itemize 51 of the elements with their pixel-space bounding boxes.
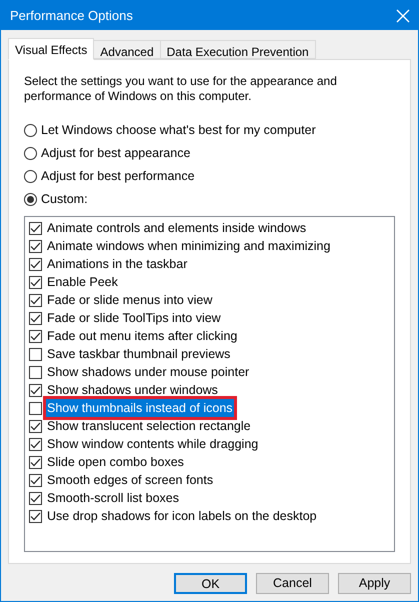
dialog-button[interactable]: OK [174,573,247,594]
effect-label[interactable]: Enable Peek [46,272,119,292]
effect-label[interactable]: Animate controls and elements inside windows [46,218,308,238]
tab[interactable]: Visual Effects [8,38,94,60]
tab[interactable]: Data Execution Prevention [160,40,316,59]
effect-label[interactable]: Smooth-scroll list boxes [46,488,180,508]
checkbox[interactable] [29,402,42,414]
radio-button[interactable] [24,192,37,206]
checkbox[interactable] [29,438,42,450]
checkbox[interactable] [29,276,42,288]
checkbox[interactable] [29,384,42,396]
effect-label[interactable]: Fade out menu items after clicking [46,326,238,346]
checkbox[interactable] [29,510,42,522]
radio-label[interactable]: Custom: [41,190,88,208]
window-title: Performance Options [10,6,133,25]
radio-button[interactable] [24,124,37,136]
radio-label[interactable]: Adjust for best performance [41,166,195,186]
checkbox[interactable] [29,474,42,486]
dialog-button[interactable]: Apply [338,573,411,594]
radio-button[interactable] [24,170,37,182]
close-icon[interactable] [396,8,410,22]
effect-label[interactable]: Animate windows when minimizing and maximizing [46,236,332,256]
effect-label[interactable]: Smooth edges of screen fonts [46,470,214,490]
effect-label[interactable]: Show shadows under mouse pointer [46,362,250,382]
checkbox[interactable] [29,240,42,252]
checkbox[interactable] [29,258,42,270]
checkbox[interactable] [29,492,42,504]
effect-label[interactable]: Animations in the taskbar [46,254,188,274]
checkbox[interactable] [29,330,42,342]
tab[interactable]: Advanced [94,40,161,59]
checkbox[interactable] [29,294,42,306]
checkbox[interactable] [29,420,42,432]
checkbox[interactable] [29,456,42,468]
checkbox[interactable] [29,366,42,378]
effect-label[interactable]: Show translucent selection rectangle [46,416,252,436]
effect-label[interactable]: Show window contents while dragging [46,434,260,454]
effect-label[interactable]: Use drop shadows for icon labels on the desktop [46,506,318,526]
effect-label[interactable]: Save taskbar thumbnail previews [46,344,232,364]
radio-label[interactable]: Adjust for best appearance [41,144,190,162]
radio-button[interactable] [24,146,37,160]
checkbox[interactable] [29,348,42,360]
checkbox[interactable] [29,312,42,324]
checkbox[interactable] [29,222,42,234]
dialog-button[interactable]: Cancel [256,573,329,594]
effect-label[interactable]: Show shadows under windows [46,380,219,400]
radio-label[interactable]: Let Windows choose what's best for my computer [41,120,316,140]
effect-label[interactable]: Fade or slide ToolTips into view [46,308,222,328]
effect-label[interactable]: Fade or slide menus into view [46,290,214,310]
effect-label[interactable]: Slide open combo boxes [46,452,185,472]
description-text: Select the settings you want to use for the appearance and performance of Windows on this computer. [24,74,338,104]
effect-label[interactable]: Show thumbnails instead of icons [46,398,234,418]
